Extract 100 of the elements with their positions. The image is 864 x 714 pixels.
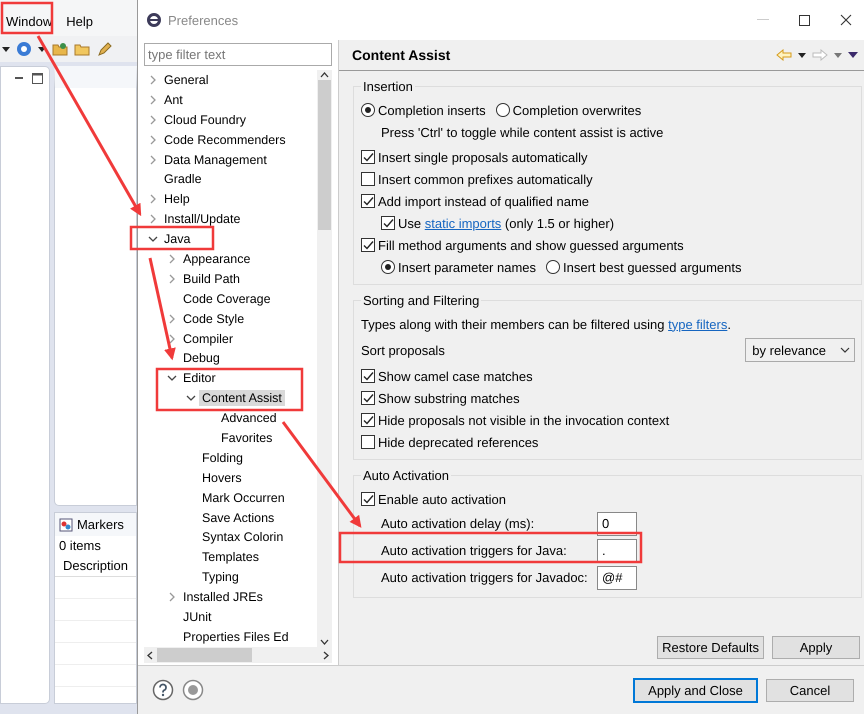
tree-item[interactable]: Favorites	[218, 430, 276, 446]
radio-label[interactable]: Completion inserts	[378, 102, 486, 118]
tree-item[interactable]: Install/Update	[161, 211, 244, 228]
checkbox-label[interactable]: Insert common prefixes automatically	[378, 172, 593, 186]
radio-button[interactable]	[361, 103, 375, 117]
input-field[interactable]: 0	[597, 512, 637, 536]
checkbox-label[interactable]: Use static imports (only 1.5 or higher)	[398, 216, 614, 230]
radio-label[interactable]: Completion overwrites	[512, 102, 642, 118]
dialog-button[interactable]: Apply and Close	[633, 678, 758, 702]
checkbox[interactable]	[361, 238, 375, 252]
tree-item[interactable]: Gradle	[161, 171, 205, 188]
checkbox-label[interactable]: Show camel case matches	[378, 368, 533, 384]
scroll-down-icon[interactable]	[320, 639, 329, 645]
tree-item[interactable]: Help	[161, 191, 193, 208]
checkbox[interactable]	[361, 435, 375, 449]
expand-chevron-icon[interactable]	[150, 74, 156, 85]
expand-chevron-icon[interactable]	[150, 114, 156, 125]
dropdown-caret-icon[interactable]	[798, 52, 806, 58]
page-button[interactable]: Restore Defaults	[657, 636, 764, 659]
tree-item[interactable]: Debug	[180, 350, 223, 366]
tree-item[interactable]: Editor	[180, 370, 219, 386]
checkbox[interactable]	[361, 150, 375, 164]
close-icon[interactable]	[840, 14, 852, 26]
tree-item[interactable]: Data Management	[161, 152, 270, 168]
tree-item[interactable]: Syntax Colorin	[199, 529, 286, 546]
checkbox-label[interactable]: Fill method arguments and show guessed arguments	[378, 238, 684, 252]
checkbox[interactable]	[361, 194, 375, 208]
expand-chevron-icon[interactable]	[150, 94, 156, 105]
checkbox[interactable]	[361, 369, 375, 383]
tree-item[interactable]: Compiler	[180, 330, 236, 347]
record-icon[interactable]	[182, 679, 204, 701]
scroll-thumb[interactable]	[157, 648, 252, 662]
radio-label[interactable]: Insert best guessed arguments	[563, 260, 742, 274]
checkbox-label[interactable]: Enable auto activation	[378, 492, 506, 506]
tree-item[interactable]: General	[161, 72, 212, 88]
maximize-icon[interactable]	[799, 14, 810, 26]
expand-chevron-icon[interactable]	[168, 314, 174, 324]
checkbox-label[interactable]: Insert single proposals automatically	[378, 150, 588, 164]
expand-chevron-icon[interactable]	[150, 194, 156, 204]
dropdown[interactable]: by relevance	[745, 338, 855, 362]
link[interactable]: type filters	[668, 316, 728, 332]
expand-chevron-icon[interactable]	[150, 154, 156, 164]
maximize-icon[interactable]	[32, 73, 43, 84]
checkbox-label[interactable]: Add import instead of qualified name	[378, 194, 590, 208]
radio-label[interactable]: Insert parameter names	[398, 260, 536, 274]
tree-item[interactable]: Advanced	[218, 410, 280, 426]
checkbox-label[interactable]: Show substring matches	[378, 390, 520, 406]
input-field[interactable]: .	[597, 538, 637, 562]
expand-chevron-icon[interactable]	[168, 334, 174, 344]
tree-item[interactable]: Appearance	[180, 250, 254, 267]
checkbox[interactable]	[361, 492, 375, 506]
scroll-thumb[interactable]	[318, 80, 331, 230]
radio-button[interactable]	[496, 103, 510, 117]
checkbox[interactable]	[361, 413, 375, 427]
tree-item[interactable]: Content Assist	[199, 390, 285, 406]
tree-item[interactable]: Cloud Foundry	[161, 112, 249, 128]
tree-item[interactable]: Code Coverage	[180, 290, 274, 307]
tree-item[interactable]: Folding	[199, 450, 246, 466]
input-field[interactable]: @#	[597, 566, 637, 590]
tree-item[interactable]: Templates	[199, 549, 262, 566]
checkbox-label[interactable]: Hide deprecated references	[378, 434, 538, 450]
expand-chevron-icon[interactable]	[150, 214, 156, 224]
menu-item[interactable]: Window	[6, 14, 52, 32]
tree-item[interactable]: Code Recommenders	[161, 132, 289, 148]
tree-item[interactable]: Code Style	[180, 310, 248, 327]
checkbox[interactable]	[361, 391, 375, 405]
tree-item[interactable]: Properties Files Ed	[180, 628, 292, 645]
folder-icon[interactable]	[74, 42, 90, 56]
tree-item[interactable]: Ant	[161, 92, 186, 108]
collapse-chevron-icon[interactable]	[166, 375, 176, 382]
help-icon[interactable]	[152, 679, 174, 701]
tree-item[interactable]: Build Path	[180, 270, 243, 287]
menu-item[interactable]: Help	[66, 14, 93, 32]
tree-item[interactable]: Installed JREs	[180, 589, 266, 606]
tree-item[interactable]: Mark Occurren	[199, 490, 288, 506]
expand-chevron-icon[interactable]	[150, 134, 156, 145]
tree-item[interactable]: Save Actions	[199, 510, 278, 526]
radio-button[interactable]	[546, 260, 560, 274]
tree-item[interactable]: Java	[161, 231, 194, 248]
checkbox[interactable]	[361, 172, 375, 186]
scroll-right-icon[interactable]	[323, 650, 329, 660]
page-button[interactable]: Apply	[772, 636, 860, 659]
tree-item[interactable]: JUnit	[180, 608, 214, 625]
scroll-up-icon[interactable]	[320, 72, 329, 78]
dropdown-caret-icon[interactable]	[2, 46, 10, 52]
tree-item[interactable]: Hovers	[199, 470, 245, 486]
horizontal-scrollbar[interactable]	[144, 647, 332, 663]
dropdown-caret-icon[interactable]	[38, 46, 46, 52]
checkbox-label[interactable]: Hide proposals not visible in the invocation context	[378, 412, 670, 428]
column-header[interactable]: Description	[54, 555, 136, 577]
expand-chevron-icon[interactable]	[168, 274, 174, 284]
link[interactable]: static imports	[424, 216, 502, 230]
collapse-chevron-icon[interactable]	[186, 395, 196, 402]
pen-icon[interactable]	[96, 41, 112, 57]
vertical-scrollbar[interactable]	[317, 70, 332, 647]
expand-chevron-icon[interactable]	[168, 592, 174, 602]
scroll-left-icon[interactable]	[147, 650, 153, 660]
filter-field[interactable]: type filter text	[144, 43, 332, 66]
expand-chevron-icon[interactable]	[168, 254, 174, 264]
dialog-button[interactable]: Cancel	[766, 678, 854, 702]
